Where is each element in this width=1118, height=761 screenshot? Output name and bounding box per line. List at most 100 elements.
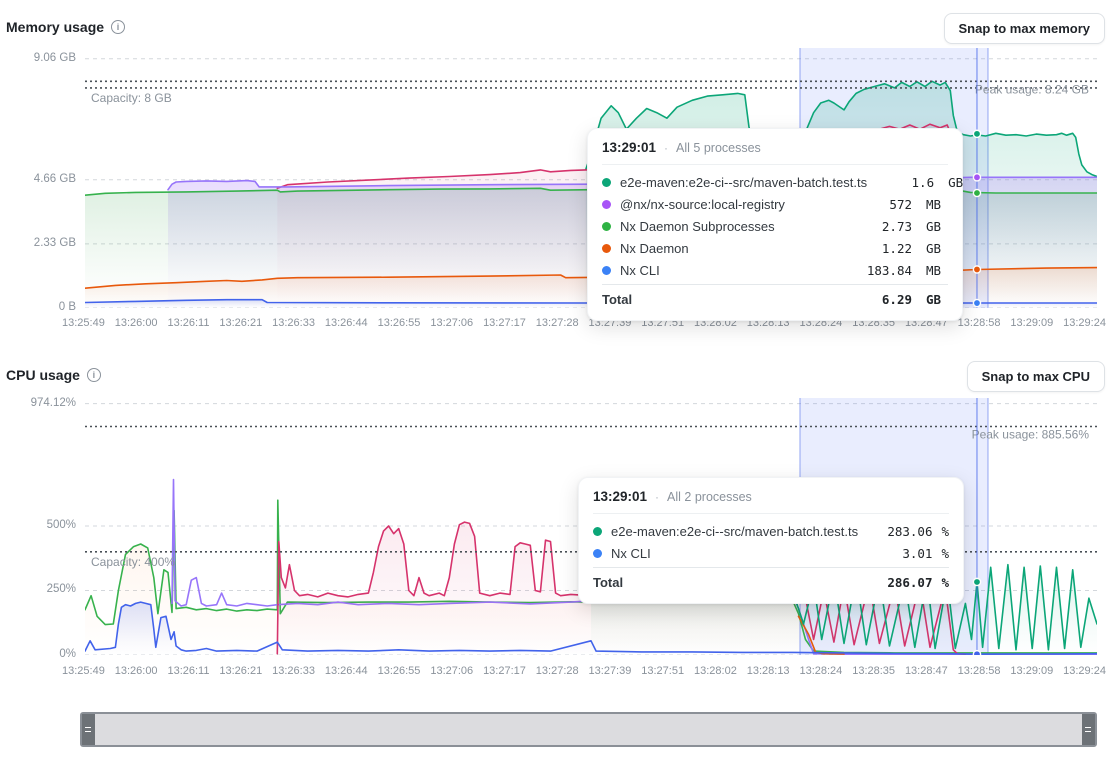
memory-info-icon[interactable]: i (111, 20, 125, 34)
tooltip-row: Nx CLI 3.01% (593, 542, 949, 564)
y-tick-label: 9.06 GB (34, 52, 76, 64)
cpu-info-icon[interactable]: i (87, 368, 101, 382)
peak-label: Peak usage: 8.24 GB (975, 82, 1089, 96)
x-tick-label: 13:27:28 (536, 665, 579, 677)
x-tick-label: 13:26:21 (219, 317, 262, 329)
process-value: 2.73 (854, 219, 912, 234)
process-name: Nx Daemon Subprocesses (620, 219, 845, 234)
process-value: 1.6 (876, 175, 934, 190)
total-unit: GB (926, 292, 948, 307)
snap-to-max-memory-button[interactable]: Snap to max memory (944, 13, 1106, 44)
y-tick-label: 974.12% (31, 397, 76, 409)
x-tick-label: 13:26:44 (325, 317, 368, 329)
process-unit: GB (948, 175, 970, 190)
x-tick-label: 13:29:09 (1010, 317, 1053, 329)
x-tick-label: 13:26:44 (325, 665, 368, 677)
series-color-dot (602, 266, 611, 275)
process-name: @nx/nx-source:local-registry (620, 197, 845, 212)
process-unit: % (941, 546, 949, 561)
x-tick-label: 13:27:06 (430, 317, 473, 329)
x-tick-label: 13:28:35 (852, 665, 895, 677)
tooltip-subtitle: All 2 processes (667, 490, 752, 504)
tooltip-time: 13:29:01 (602, 140, 656, 155)
process-name: Nx CLI (620, 263, 845, 278)
process-value: 1.22 (854, 241, 912, 256)
x-tick-label: 13:28:13 (747, 665, 790, 677)
cpu-usage-title: CPU usage i (6, 367, 101, 383)
x-tick-label: 13:27:17 (483, 317, 526, 329)
x-tick-label: 13:27:17 (483, 665, 526, 677)
x-tick-label: 13:29:09 (1010, 665, 1053, 677)
y-tick-label: 2.33 GB (34, 237, 76, 249)
x-tick-label: 13:26:33 (272, 665, 315, 677)
process-unit: GB (926, 219, 948, 234)
memory-usage-title: Memory usage i (6, 19, 125, 35)
x-tick-label: 13:26:33 (272, 317, 315, 329)
x-tick-label: 13:25:49 (62, 665, 105, 677)
grip-icon (85, 727, 91, 729)
process-monitor-app: Memory usage i Snap to max memory Capaci… (0, 0, 1118, 761)
total-value: 286.07 (874, 575, 932, 590)
series-color-dot (602, 178, 611, 187)
cpu-tooltip-header: 13:29:01 · All 2 processes (593, 489, 949, 514)
x-tick-label: 13:26:55 (378, 317, 421, 329)
x-tick-label: 13:28:24 (799, 665, 842, 677)
crosshair-dot (973, 578, 980, 585)
process-unit: % (941, 524, 949, 539)
process-value: 183.84 (854, 263, 912, 278)
crosshair-dot (973, 651, 980, 655)
x-tick-label: 13:26:55 (378, 665, 421, 677)
x-tick-label: 13:26:11 (167, 317, 209, 329)
x-tick-label: 13:29:24 (1063, 317, 1106, 329)
tooltip-separator: · (655, 490, 659, 504)
process-value: 3.01 (874, 546, 932, 561)
peak-label: Peak usage: 885.56% (972, 427, 1090, 441)
crosshair-dot (973, 299, 980, 306)
x-tick-label: 13:29:24 (1063, 665, 1106, 677)
x-tick-label: 13:28:58 (958, 317, 1001, 329)
x-tick-label: 13:25:49 (62, 317, 105, 329)
y-tick-label: 500% (47, 519, 76, 531)
series-color-dot (593, 527, 602, 536)
process-name: Nx CLI (611, 546, 865, 561)
process-unit: MB (926, 197, 948, 212)
crosshair-dot (973, 130, 980, 137)
tooltip-row: Nx Daemon Subprocesses 2.73 GB (602, 215, 948, 237)
x-tick-label: 13:27:06 (430, 665, 473, 677)
memory-tooltip: 13:29:01 · All 5 processes e2e-maven:e2e… (587, 128, 963, 321)
process-name: Nx Daemon (620, 241, 845, 256)
memory-usage-title-text: Memory usage (6, 19, 104, 35)
process-name: e2e-maven:e2e-ci--src/maven-batch.test.t… (620, 175, 867, 190)
tooltip-row: e2e-maven:e2e-ci--src/maven-batch.test.t… (593, 520, 949, 542)
snap-to-max-cpu-button[interactable]: Snap to max CPU (967, 361, 1105, 392)
x-tick-label: 13:28:58 (958, 665, 1001, 677)
y-tick-label: 250% (47, 583, 76, 595)
slider-track[interactable] (95, 714, 1082, 745)
memory-tooltip-rows: e2e-maven:e2e-ci--src/maven-batch.test.t… (602, 165, 948, 281)
process-name: e2e-maven:e2e-ci--src/maven-batch.test.t… (611, 524, 865, 539)
x-tick-label: 13:28:02 (694, 665, 737, 677)
slider-right-handle[interactable] (1082, 714, 1095, 745)
y-tick-label: 0% (59, 648, 76, 660)
series-color-dot (602, 244, 611, 253)
process-unit: MB (926, 263, 948, 278)
x-tick-label: 13:27:39 (589, 665, 632, 677)
slider-left-handle[interactable] (82, 714, 95, 745)
crosshair-dot (973, 266, 980, 273)
time-range-slider[interactable] (80, 712, 1097, 747)
cpu-usage-title-text: CPU usage (6, 367, 80, 383)
cpu-tooltip-total: Total 286.07 % (593, 567, 949, 597)
series-color-dot (593, 549, 602, 558)
x-tick-label: 13:26:00 (115, 665, 158, 677)
tooltip-subtitle: All 5 processes (676, 141, 761, 155)
tooltip-separator: · (664, 141, 668, 155)
process-unit: GB (926, 241, 948, 256)
y-tick-label: 4.66 GB (34, 173, 76, 185)
total-label: Total (602, 292, 845, 307)
tooltip-row: @nx/nx-source:local-registry572MB (602, 193, 948, 215)
process-value: 283.06 (874, 524, 932, 539)
tooltip-row: Nx Daemon 1.22 GB (602, 237, 948, 259)
x-tick-label: 13:26:21 (219, 665, 262, 677)
total-value: 6.29 (854, 292, 912, 307)
x-tick-label: 13:28:47 (905, 665, 948, 677)
